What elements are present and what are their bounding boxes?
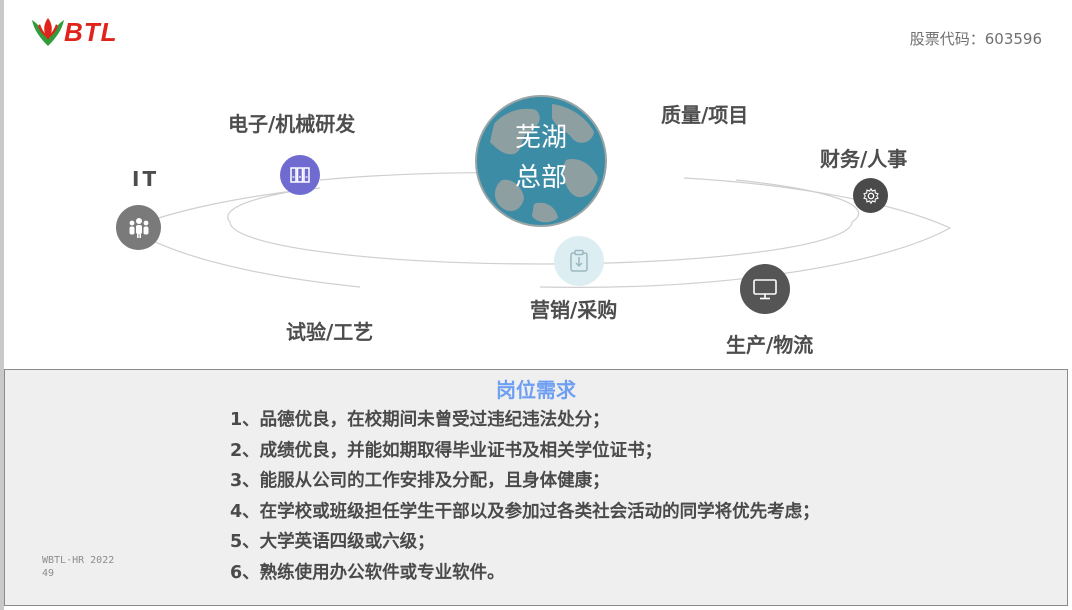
- requirements-title: 岗位需求: [496, 378, 576, 402]
- people-icon: [129, 217, 148, 238]
- dept-node-rd: [280, 155, 320, 195]
- footer-note: WBTL·HR 2022 49: [42, 554, 114, 580]
- dept-label-rd: 电子/机械研发: [228, 112, 356, 136]
- dept-label-production: 生产/物流: [726, 333, 814, 357]
- requirements-list: 1、品德优良，在校期间未曾受过违纪违法处分； 2、成绩优良，并能如期取得毕业证书…: [230, 405, 820, 588]
- clipboard-icon: [570, 249, 588, 272]
- binders-icon: [290, 167, 310, 183]
- dept-label-quality: 质量/项目: [661, 103, 749, 127]
- hub-label-line1: 芜湖: [514, 123, 567, 153]
- dept-node-it: [116, 205, 161, 250]
- list-item: 1、品德优良，在校期间未曾受过违纪违法处分；: [230, 410, 610, 430]
- footer-page-number: 49: [42, 568, 55, 579]
- hub-label-line2: 总部: [514, 163, 567, 193]
- dept-node-finance: [853, 178, 888, 213]
- dept-label-marketing: 营销/采购: [530, 298, 618, 322]
- dept-label-finance: 财务/人事: [820, 147, 908, 171]
- monitor-icon: [753, 279, 777, 300]
- list-item: 5、大学英语四级或六级；: [230, 532, 435, 552]
- hub-label: 芜湖 总部: [474, 118, 608, 198]
- gear-icon: [862, 187, 879, 204]
- dept-node-production: [740, 264, 790, 314]
- list-item: 6、熟练使用办公软件或专业软件。: [230, 562, 505, 583]
- dept-node-marketing: [554, 236, 604, 286]
- dept-label-it: IT: [132, 167, 160, 191]
- list-item: 4、在学校或班级担任学生干部以及参加过各类社会活动的同学将优先考虑；: [230, 501, 820, 522]
- list-item: 2、成绩优良，并能如期取得毕业证书及相关学位证书；: [230, 440, 663, 461]
- footer-line1: WBTL·HR 2022: [42, 555, 115, 566]
- dept-label-testing: 试验/工艺: [286, 320, 374, 344]
- list-item: 3、能服从公司的工作安排及分配，且身体健康；: [230, 471, 610, 491]
